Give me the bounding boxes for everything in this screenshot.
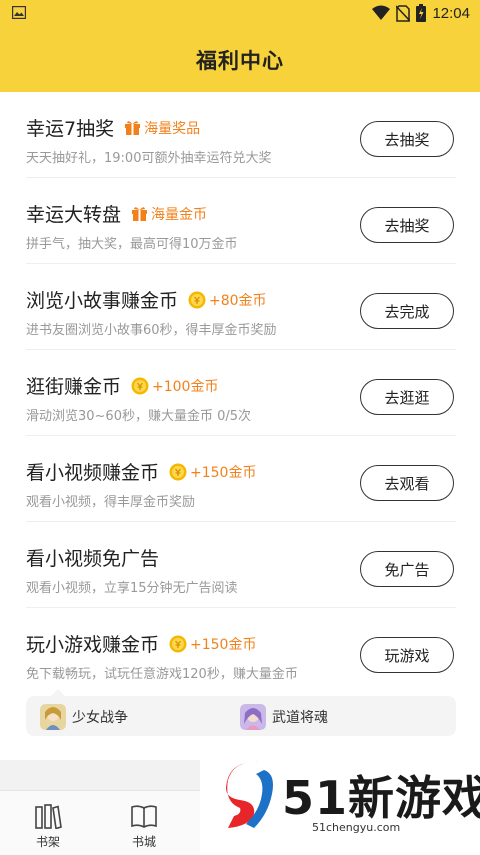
status-bar: 12:04 — [0, 0, 480, 28]
game-item[interactable]: 少女战争 — [40, 704, 128, 730]
browse-shop-button[interactable]: 去逛逛 — [360, 379, 454, 415]
task-item-video-no-ads: 看小视频免广告 观看小视频，立享15分钟无广告阅读 免广告 — [26, 522, 456, 608]
task-desc: 免下载畅玩，试玩任意游戏120秒，赚大量金币 — [26, 667, 298, 682]
watermark-text: 51新游戏 — [282, 771, 480, 825]
task-item-lucky7: 幸运7抽奖 海量奖品 天天抽好礼，19:00可额外抽幸运符兑大奖 去抽奖 — [26, 92, 456, 178]
complete-button[interactable]: 去完成 — [360, 293, 454, 329]
task-desc: 天天抽好礼，19:00可额外抽幸运符兑大奖 — [26, 151, 272, 166]
nav-label: 书架 — [35, 835, 60, 849]
game-thumbnail — [240, 704, 266, 730]
task-list: 幸运7抽奖 海量奖品 天天抽好礼，19:00可额外抽幸运符兑大奖 去抽奖 幸运大… — [0, 92, 480, 838]
nav-item-bookstore[interactable]: 书城 — [114, 803, 174, 850]
task-name: 幸运7抽奖 — [26, 118, 115, 140]
nav-item-bookshelf[interactable]: 书架 — [18, 803, 78, 850]
task-tag: 海量奖品 — [124, 118, 200, 138]
task-tag-label: +150金币 — [190, 636, 257, 653]
watermark: 51新游戏 51chengyu.com — [200, 736, 480, 855]
gift-icon — [125, 121, 141, 135]
watermark-logo-icon — [226, 761, 273, 828]
game-recommendations: 少女战争 武道将魂 — [26, 689, 456, 736]
task-item-shopping: 逛街赚金币 +100金币 滑动浏览30~60秒，赚大量金币 0/5次 去逛逛 — [26, 350, 456, 436]
gallery-icon — [12, 6, 26, 19]
task-desc: 观看小视频，得丰厚金币奖励 — [26, 495, 196, 510]
lottery-button[interactable]: 去抽奖 — [360, 121, 454, 157]
task-item-stories: 浏览小故事赚金币 +80金币 进书友圈浏览小故事60秒，得丰厚金币奖励 去完成 — [26, 264, 456, 350]
no-ads-button[interactable]: 免广告 — [360, 551, 454, 587]
bookshelf-icon — [35, 804, 62, 829]
task-tag-label: 海量金币 — [151, 206, 208, 223]
task-item-video-coins: 看小视频赚金币 +150金币 观看小视频，得丰厚金币奖励 去观看 — [26, 436, 456, 522]
book-icon — [131, 805, 157, 828]
task-name: 幸运大转盘 — [26, 204, 122, 226]
no-sim-icon — [396, 4, 411, 22]
task-tag-label: 海量奖品 — [144, 120, 201, 137]
task-tag: 海量金币 — [131, 204, 207, 224]
task-name: 看小视频免广告 — [26, 548, 160, 570]
coin-icon — [169, 635, 187, 652]
wheel-lottery-button[interactable]: 去抽奖 — [360, 207, 454, 243]
task-desc: 进书友圈浏览小故事60秒，得丰厚金币奖励 — [26, 323, 277, 338]
task-tag-label: +150金币 — [190, 464, 257, 481]
task-name: 逛街赚金币 — [26, 376, 122, 398]
coin-icon — [131, 377, 149, 394]
task-item-mini-games: 玩小游戏赚金币 +150金币 免下载畅玩，试玩任意游戏120秒，赚大量金币 玩游… — [26, 608, 456, 694]
game-name: 少女战争 — [72, 710, 128, 726]
page-title: 福利中心 — [196, 49, 284, 73]
task-tag-label: +100金币 — [152, 378, 219, 395]
game-thumbnail — [40, 704, 66, 730]
task-name: 浏览小故事赚金币 — [26, 290, 179, 312]
task-desc: 滑动浏览30~60秒，赚大量金币 0/5次 — [26, 409, 252, 424]
coin-icon — [169, 463, 187, 480]
coin-icon — [188, 291, 206, 308]
gift-icon — [132, 207, 148, 221]
task-tag-label: +80金币 — [209, 292, 267, 309]
task-tag: +100金币 — [131, 376, 218, 396]
battery-icon — [416, 4, 427, 22]
nav-label: 书城 — [131, 835, 156, 849]
task-item-wheel: 幸运大转盘 海量金币 拼手气，抽大奖，最高可得10万金币 去抽奖 — [26, 178, 456, 264]
game-item[interactable]: 武道将魂 — [240, 704, 328, 730]
watch-video-button[interactable]: 去观看 — [360, 465, 454, 501]
task-tag: +150金币 — [169, 462, 256, 482]
wifi-icon — [372, 5, 391, 20]
header: 福利中心 — [0, 28, 480, 92]
task-name: 看小视频赚金币 — [26, 462, 160, 484]
task-tag: +150金币 — [169, 634, 256, 654]
watermark-url: 51chengyu.com — [312, 821, 401, 834]
game-name: 武道将魂 — [272, 710, 328, 726]
task-tag: +80金币 — [188, 290, 267, 310]
play-game-button[interactable]: 玩游戏 — [360, 637, 454, 673]
strip-pointer — [50, 689, 66, 697]
clock: 12:04 — [432, 4, 470, 22]
task-desc: 观看小视频，立享15分钟无广告阅读 — [26, 581, 238, 596]
task-desc: 拼手气，抽大奖，最高可得10万金币 — [26, 237, 238, 252]
task-name: 玩小游戏赚金币 — [26, 634, 160, 656]
